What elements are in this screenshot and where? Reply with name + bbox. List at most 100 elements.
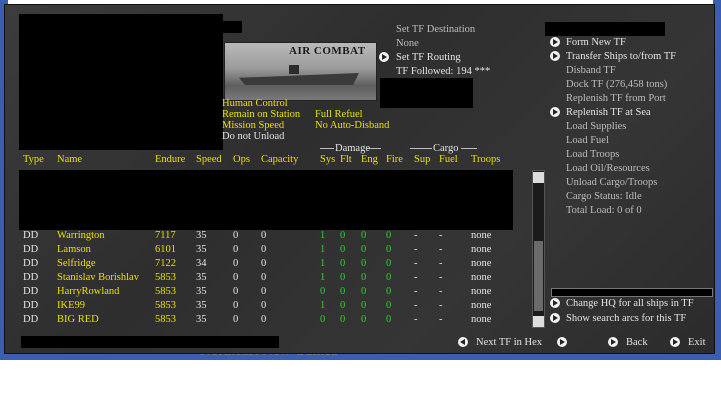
cell-eng: 0 xyxy=(361,258,367,269)
menu-item[interactable]: Load Troops xyxy=(566,148,619,161)
column-header-fire[interactable]: Fire xyxy=(386,154,403,165)
menu-arrow-icon[interactable] xyxy=(550,37,560,47)
tf-destination-value: None xyxy=(396,38,419,49)
cell-flt: 0 xyxy=(340,300,346,311)
column-header-sys[interactable]: Sys xyxy=(320,154,335,165)
column-header-flt[interactable]: Flt xyxy=(340,154,352,165)
cell-sys: 0 xyxy=(320,314,326,325)
damage-header-line-right xyxy=(367,148,381,149)
damage-header-line-left xyxy=(320,148,334,149)
cell-eng: 0 xyxy=(361,286,367,297)
menu-item[interactable]: Transfer Ships to/from TF xyxy=(566,50,676,63)
scroll-thumb[interactable] xyxy=(534,241,543,311)
column-header-type[interactable]: Type xyxy=(23,154,44,165)
set-tf-routing[interactable]: Set TF Routing xyxy=(396,51,461,64)
column-header-capacity[interactable]: Capacity xyxy=(261,154,298,165)
setting-disband[interactable]: No Auto-Disband xyxy=(315,119,389,132)
change-hq-arrow-icon[interactable] xyxy=(550,298,560,308)
cell-capacity: 0 xyxy=(261,230,267,241)
cell-sup: - xyxy=(414,258,418,269)
carrier-island xyxy=(289,65,299,74)
cell-fire: 0 xyxy=(386,300,392,311)
scroll-down-icon[interactable] xyxy=(533,316,544,327)
exit-arrow-icon[interactable] xyxy=(670,337,680,347)
cell-troops: none xyxy=(471,314,492,325)
menu-item[interactable]: Load Fuel xyxy=(566,134,609,147)
cell-endure: 5853 xyxy=(155,300,176,311)
exit-button[interactable]: Exit xyxy=(688,336,706,349)
show-search-arcs-button[interactable]: Show search arcs for this TF xyxy=(566,312,686,325)
menu-item[interactable]: Total Load: 0 of 0 xyxy=(566,204,642,217)
menu-item[interactable]: Unload Cargo/Troops xyxy=(566,176,657,189)
cell-name[interactable]: Lamson xyxy=(57,243,91,256)
column-header-eng[interactable]: Eng xyxy=(361,154,378,165)
back-arrow-icon[interactable] xyxy=(608,337,618,347)
cell-ops: 0 xyxy=(233,244,239,255)
column-header-endure[interactable]: Endure xyxy=(155,154,185,165)
cell-fuel: - xyxy=(439,244,443,255)
cell-fuel: - xyxy=(439,286,443,297)
menu-item[interactable]: Form New TF xyxy=(566,36,626,49)
next-tf-arrow-icon[interactable] xyxy=(557,337,567,347)
cell-sup: - xyxy=(414,230,418,241)
menu-item[interactable]: Replenish TF from Port xyxy=(566,92,666,105)
menu-arrow-icon[interactable] xyxy=(550,51,560,61)
cell-speed: 35 xyxy=(196,244,207,255)
cell-name[interactable]: HarryRowland xyxy=(57,285,119,298)
back-button[interactable]: Back xyxy=(626,336,648,349)
cell-name[interactable]: IKE99 xyxy=(57,299,85,312)
cell-endure: 7122 xyxy=(155,258,176,269)
cell-name[interactable]: Stanislav Borishlav xyxy=(57,271,139,284)
setting-unload[interactable]: Do not Unload xyxy=(222,130,284,143)
cell-ops: 0 xyxy=(233,300,239,311)
cell-type: DD xyxy=(23,244,39,255)
tf-followed: TF Followed: 194 *** xyxy=(396,66,491,77)
carrier-silhouette xyxy=(239,73,359,85)
next-tf-in-hex-button[interactable]: Next TF in Hex xyxy=(476,336,542,349)
scroll-up-icon[interactable] xyxy=(533,172,544,183)
cell-fuel: - xyxy=(439,272,443,283)
horizontal-scrollbar[interactable] xyxy=(551,288,713,297)
cell-sys: 0 xyxy=(320,286,326,297)
column-header-ops[interactable]: Ops xyxy=(233,154,250,165)
set-tf-destination[interactable]: Set TF Destination xyxy=(396,23,475,36)
column-header-troops[interactable]: Troops xyxy=(471,154,500,165)
menu-item[interactable]: Load Oil/Resources xyxy=(566,162,650,175)
ship-list-scrollbar[interactable] xyxy=(532,170,545,328)
prev-tf-arrow-icon[interactable] xyxy=(458,337,468,347)
menu-item[interactable]: Cargo Status: Idle xyxy=(566,190,642,203)
menu-item[interactable]: Disband TF xyxy=(566,64,616,77)
menu-arrow-icon[interactable] xyxy=(550,107,560,117)
column-header-name[interactable]: Name xyxy=(57,154,82,165)
cell-speed: 35 xyxy=(196,286,207,297)
cell-sys: 1 xyxy=(320,272,326,283)
cell-eng: 0 xyxy=(361,300,367,311)
cell-name[interactable]: BIG RED xyxy=(57,313,99,326)
cell-name[interactable]: Warrington xyxy=(57,229,105,242)
column-header-sup[interactable]: Sup xyxy=(414,154,430,165)
cell-speed: 35 xyxy=(196,230,207,241)
menu-item[interactable]: Load Supplies xyxy=(566,120,626,133)
cell-fuel: - xyxy=(439,230,443,241)
image-caption: AIR COMBAT xyxy=(289,45,366,57)
cell-ops: 0 xyxy=(233,286,239,297)
cell-eng: 0 xyxy=(361,314,367,325)
column-header-fuel[interactable]: Fuel xyxy=(439,154,458,165)
change-hq-button[interactable]: Change HQ for all ships in TF xyxy=(566,297,694,310)
menu-item[interactable]: Dock TF (276,458 tons) xyxy=(566,78,667,91)
redacted-block-top-right xyxy=(545,22,665,36)
column-header-speed[interactable]: Speed xyxy=(196,154,222,165)
cell-fire: 0 xyxy=(386,314,392,325)
show-search-arrow-icon[interactable] xyxy=(550,313,560,323)
cell-speed: 34 xyxy=(196,258,207,269)
cell-name[interactable]: Selfridge xyxy=(57,257,96,270)
cell-sys: 1 xyxy=(320,244,326,255)
cell-speed: 35 xyxy=(196,300,207,311)
cell-endure: 5853 xyxy=(155,286,176,297)
cell-flt: 0 xyxy=(340,314,346,325)
cell-sup: - xyxy=(414,272,418,283)
cell-sup: - xyxy=(414,244,418,255)
menu-item[interactable]: Replenish TF at Sea xyxy=(566,106,651,119)
cell-ops: 0 xyxy=(233,314,239,325)
set-routing-arrow-icon[interactable] xyxy=(379,52,389,62)
